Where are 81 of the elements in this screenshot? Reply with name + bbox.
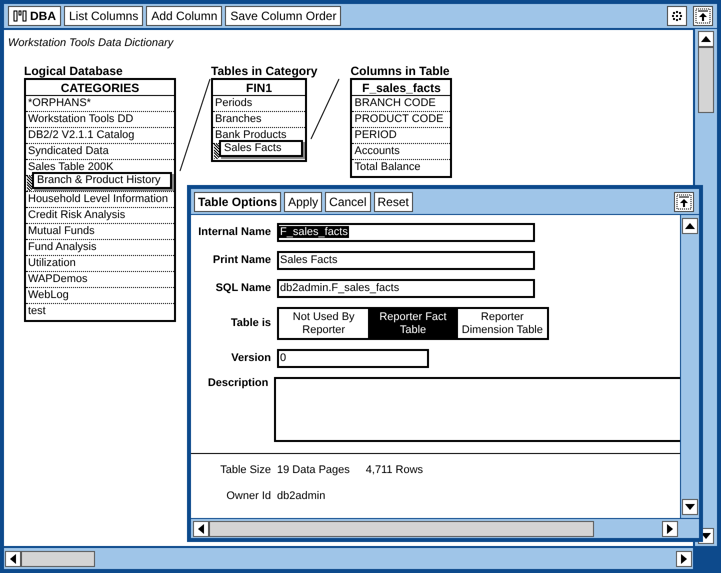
list-item[interactable]: Fund Analysis: [26, 240, 174, 255]
info-value: db2admin: [277, 490, 326, 503]
scroll-thumb[interactable]: [21, 550, 95, 566]
list-caption: Tables in Category: [211, 64, 318, 78]
list-item[interactable]: PERIOD: [352, 128, 450, 143]
dialog-button[interactable]: Table Options: [194, 192, 282, 212]
scroll-left-button[interactable]: [193, 520, 209, 536]
vertical-scrollbar[interactable]: [680, 215, 699, 518]
list-item[interactable]: Workstation Tools DD: [26, 112, 174, 127]
horizontal-scrollbar[interactable]: [4, 548, 693, 569]
triangle-right-icon: [679, 554, 689, 564]
toolbar-button[interactable]: List Columns: [64, 6, 144, 26]
field-label: Description: [206, 377, 268, 390]
text-field[interactable]: Sales Facts: [277, 251, 535, 270]
toolbar-button[interactable]: Add Column: [146, 6, 222, 26]
list-item[interactable]: Total Balance: [352, 160, 450, 175]
dialog-button[interactable]: Reset: [374, 192, 413, 212]
text-field[interactable]: 0: [277, 349, 429, 368]
list-caption: Columns in Table: [350, 64, 451, 78]
dialog-button[interactable]: Apply: [284, 192, 322, 212]
list-item[interactable]: Sales Table 200K: [26, 160, 174, 175]
info-value: 19 Data Pages: [277, 464, 350, 477]
list-item[interactable]: Household Level Information: [26, 192, 174, 207]
info-label: Table Size: [219, 464, 271, 477]
list-item[interactable]: WebLog: [26, 288, 174, 303]
list-header: F_sales_facts: [352, 80, 450, 96]
app-button[interactable]: DBA: [8, 6, 61, 26]
list-item[interactable]: WAPDemos: [26, 272, 174, 287]
triangle-left-icon: [196, 524, 206, 534]
scroll-down-button[interactable]: [682, 499, 698, 515]
arrow-up-box-icon[interactable]: [674, 192, 694, 212]
scroll-up-button[interactable]: [682, 218, 698, 234]
scroll-up-button[interactable]: [698, 31, 714, 47]
info-value: 4,711 Rows: [366, 464, 424, 477]
list-item[interactable]: Utilization: [26, 256, 174, 271]
list-caption: Logical Database: [24, 64, 124, 78]
info-label: Owner Id: [225, 490, 271, 503]
field-label: Table is: [230, 317, 271, 330]
arrow-up-box-icon[interactable]: [693, 6, 713, 26]
scroll-left-button[interactable]: [5, 550, 21, 566]
list-item[interactable]: Bank Products: [213, 128, 305, 143]
list-header: CATEGORIES: [26, 80, 174, 96]
workspace-title: Workstation Tools Data Dictionary: [7, 36, 175, 50]
field-label: Print Name: [212, 254, 271, 267]
option-button[interactable]: Reporter Fact Table: [368, 309, 458, 338]
scroll-right-button[interactable]: [676, 550, 692, 566]
scroll-right-button[interactable]: [662, 520, 678, 536]
list-item[interactable]: BRANCH CODE: [352, 96, 450, 111]
field-label: Version: [230, 352, 271, 365]
list-item[interactable]: Mutual Funds: [26, 224, 174, 239]
toolbar-button[interactable]: Save Column Order: [225, 6, 342, 26]
triangle-down-icon: [701, 531, 711, 541]
list-item[interactable]: PRODUCT CODE: [352, 112, 450, 127]
leader-line: [310, 78, 340, 140]
asterisk-icon[interactable]: [667, 6, 687, 26]
scroll-thumb[interactable]: [698, 47, 714, 113]
list-item[interactable]: Branches: [213, 112, 305, 127]
triangle-up-icon: [701, 34, 711, 44]
dragged-item[interactable]: Sales Facts: [219, 140, 303, 157]
list-item[interactable]: Credit Risk Analysis: [26, 208, 174, 223]
list-item[interactable]: *ORPHANS*: [26, 96, 174, 111]
list-item[interactable]: Accounts: [352, 144, 450, 159]
horizontal-scrollbar[interactable]: [191, 520, 680, 536]
triangle-left-icon: [8, 554, 18, 564]
description-field[interactable]: [274, 377, 680, 442]
list-item[interactable]: Syndicated Data: [26, 144, 174, 159]
dialog-button[interactable]: Cancel: [325, 192, 371, 212]
text-field[interactable]: F_sales_facts: [277, 223, 535, 242]
scroll-thumb[interactable]: [209, 520, 594, 536]
list-item[interactable]: test: [26, 304, 174, 319]
list-item[interactable]: DB2/2 V2.1.1 Catalog: [26, 128, 174, 143]
columns-icon: [13, 10, 27, 22]
dragged-item[interactable]: Branch & Product History: [32, 172, 172, 189]
field-label: Internal Name: [197, 226, 271, 239]
list-header: FIN1: [213, 80, 305, 96]
triangle-right-icon: [665, 524, 675, 534]
triangle-down-icon: [685, 502, 695, 512]
list-item[interactable]: Periods: [213, 96, 305, 111]
triangle-up-icon: [685, 221, 695, 231]
field-label: SQL Name: [214, 282, 271, 295]
text-field[interactable]: db2admin.F_sales_facts: [277, 279, 535, 298]
